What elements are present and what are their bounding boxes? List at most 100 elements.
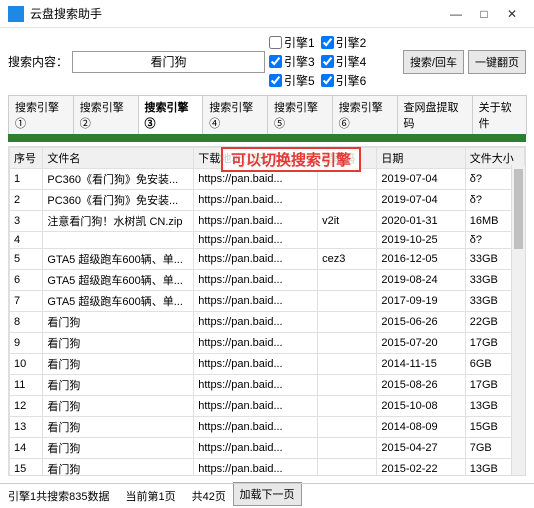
minimize-button[interactable]: — xyxy=(442,7,470,21)
engine-checkbox-5[interactable]: 引擎5 xyxy=(269,72,315,89)
tab-6[interactable]: 查网盘提取码 xyxy=(397,95,473,134)
engine-checkbox-input-2[interactable] xyxy=(321,36,334,49)
cell-name: GTA5 超级跑车600辆、单... xyxy=(43,291,194,312)
cell-url: https://pan.baid... xyxy=(194,190,318,211)
cell-n: 4 xyxy=(10,232,43,249)
engine-checkbox-input-6[interactable] xyxy=(321,74,334,87)
cell-n: 2 xyxy=(10,190,43,211)
tab-3[interactable]: 搜索引擎④ xyxy=(202,95,268,134)
tab-1[interactable]: 搜索引擎② xyxy=(73,95,139,134)
table-row[interactable]: 12看门狗https://pan.baid...2015-10-0813GB xyxy=(10,396,525,417)
engine-checkbox-input-5[interactable] xyxy=(269,74,282,87)
cell-code xyxy=(318,190,377,211)
table-row[interactable]: 14看门狗https://pan.baid...2015-04-277GB xyxy=(10,438,525,459)
cell-date: 2014-11-15 xyxy=(377,354,465,375)
engine-checkbox-input-4[interactable] xyxy=(321,55,334,68)
cell-n: 11 xyxy=(10,375,43,396)
window-title: 云盘搜索助手 xyxy=(30,5,442,22)
status-total: 共42页 xyxy=(192,488,226,504)
engine-checkbox-label: 引擎3 xyxy=(284,53,315,70)
cell-date: 2015-10-08 xyxy=(377,396,465,417)
engine-checkbox-1[interactable]: 引擎1 xyxy=(269,34,315,51)
cell-n: 1 xyxy=(10,169,43,190)
tab-7[interactable]: 关于软件 xyxy=(472,95,527,134)
engine-checkbox-label: 引擎1 xyxy=(284,34,315,51)
cell-name xyxy=(43,232,194,249)
cell-n: 10 xyxy=(10,354,43,375)
tab-4[interactable]: 搜索引擎⑤ xyxy=(267,95,333,134)
cell-n: 7 xyxy=(10,291,43,312)
cell-code xyxy=(318,459,377,477)
table-row[interactable]: 10看门狗https://pan.baid...2014-11-156GB xyxy=(10,354,525,375)
cell-date: 2017-09-19 xyxy=(377,291,465,312)
table-row[interactable]: 8看门狗https://pan.baid...2015-06-2622GB xyxy=(10,312,525,333)
cell-name: 看门狗 xyxy=(43,333,194,354)
cell-n: 6 xyxy=(10,270,43,291)
table-row[interactable]: 4https://pan.baid...2019-10-25δ? xyxy=(10,232,525,249)
cell-url: https://pan.baid... xyxy=(194,211,318,232)
table-row[interactable]: 6GTA5 超级跑车600辆、单...https://pan.baid...20… xyxy=(10,270,525,291)
cell-name: 看门狗 xyxy=(43,417,194,438)
cell-url: https://pan.baid... xyxy=(194,333,318,354)
cell-name: 看门狗 xyxy=(43,396,194,417)
status-page: 当前第1页 xyxy=(125,488,175,504)
table-row[interactable]: 3注意看门狗！水树凯 CN.ziphttps://pan.baid...v2it… xyxy=(10,211,525,232)
results-table: 序号文件名下载地址(双击打开)提取码日期文件大小 1PC360《看门狗》免安装.… xyxy=(9,147,525,476)
engine-checkbox-input-1[interactable] xyxy=(269,36,282,49)
table-row[interactable]: 11看门狗https://pan.baid...2015-08-2617GB xyxy=(10,375,525,396)
cell-code: v2it xyxy=(318,211,377,232)
flip-button[interactable]: 一键翻页 xyxy=(468,50,526,74)
engine-checkbox-3[interactable]: 引擎3 xyxy=(269,53,315,70)
maximize-button[interactable]: □ xyxy=(470,7,498,21)
cell-url: https://pan.baid... xyxy=(194,438,318,459)
status-bar: 引擎1共搜索835数据 当前第1页 共42页 xyxy=(0,483,534,508)
cell-n: 14 xyxy=(10,438,43,459)
cell-n: 3 xyxy=(10,211,43,232)
engine-checkbox-2[interactable]: 引擎2 xyxy=(321,34,367,51)
tab-2[interactable]: 搜索引擎③ xyxy=(138,95,204,134)
table-row[interactable]: 9看门狗https://pan.baid...2015-07-2017GB xyxy=(10,333,525,354)
search-input[interactable] xyxy=(72,51,265,73)
cell-url: https://pan.baid... xyxy=(194,312,318,333)
tab-0[interactable]: 搜索引擎① xyxy=(8,95,74,134)
cell-name: 看门狗 xyxy=(43,375,194,396)
app-icon xyxy=(8,6,24,22)
cell-code xyxy=(318,333,377,354)
cell-url: https://pan.baid... xyxy=(194,232,318,249)
engine-checkbox-6[interactable]: 引擎6 xyxy=(321,72,367,89)
scrollbar-thumb[interactable] xyxy=(514,169,523,249)
column-header-1[interactable]: 文件名 xyxy=(43,148,194,169)
column-header-0[interactable]: 序号 xyxy=(10,148,43,169)
search-bar: 搜索内容： 引擎1引擎2引擎3引擎4引擎5引擎6 搜索/回车 一键翻页 xyxy=(0,28,534,91)
cell-code xyxy=(318,232,377,249)
cell-url: https://pan.baid... xyxy=(194,417,318,438)
engine-checkbox-label: 引擎5 xyxy=(284,72,315,89)
table-row[interactable]: 5GTA5 超级跑车600辆、单...https://pan.baid...ce… xyxy=(10,249,525,270)
close-button[interactable]: ✕ xyxy=(498,7,526,21)
cell-date: 2019-10-25 xyxy=(377,232,465,249)
cell-date: 2019-08-24 xyxy=(377,270,465,291)
tab-5[interactable]: 搜索引擎⑥ xyxy=(332,95,398,134)
engine-checkbox-input-3[interactable] xyxy=(269,55,282,68)
table-row[interactable]: 15看门狗https://pan.baid...2015-02-2213GB xyxy=(10,459,525,477)
column-header-4[interactable]: 日期 xyxy=(377,148,465,169)
table-row[interactable]: 13看门狗https://pan.baid...2014-08-0915GB xyxy=(10,417,525,438)
cell-url: https://pan.baid... xyxy=(194,396,318,417)
cell-date: 2019-07-04 xyxy=(377,190,465,211)
titlebar: 云盘搜索助手 — □ ✕ xyxy=(0,0,534,28)
cell-date: 2015-07-20 xyxy=(377,333,465,354)
cell-name: 看门狗 xyxy=(43,438,194,459)
table-row[interactable]: 2PC360《看门狗》免安装...https://pan.baid...2019… xyxy=(10,190,525,211)
overlay-tip: 可以切换搜索引擎 xyxy=(221,147,361,172)
progress-bar xyxy=(8,134,526,142)
table-row[interactable]: 7GTA5 超级跑车600辆、单...https://pan.baid...20… xyxy=(10,291,525,312)
cell-code xyxy=(318,417,377,438)
search-button[interactable]: 搜索/回车 xyxy=(403,50,464,74)
engine-checkbox-4[interactable]: 引擎4 xyxy=(321,53,367,70)
cell-n: 5 xyxy=(10,249,43,270)
cell-date: 2015-08-26 xyxy=(377,375,465,396)
tab-bar: 搜索引擎①搜索引擎②搜索引擎③搜索引擎④搜索引擎⑤搜索引擎⑥查网盘提取码关于软件 xyxy=(8,95,526,134)
cell-url: https://pan.baid... xyxy=(194,459,318,477)
cell-url: https://pan.baid... xyxy=(194,249,318,270)
vertical-scrollbar[interactable] xyxy=(511,165,525,475)
